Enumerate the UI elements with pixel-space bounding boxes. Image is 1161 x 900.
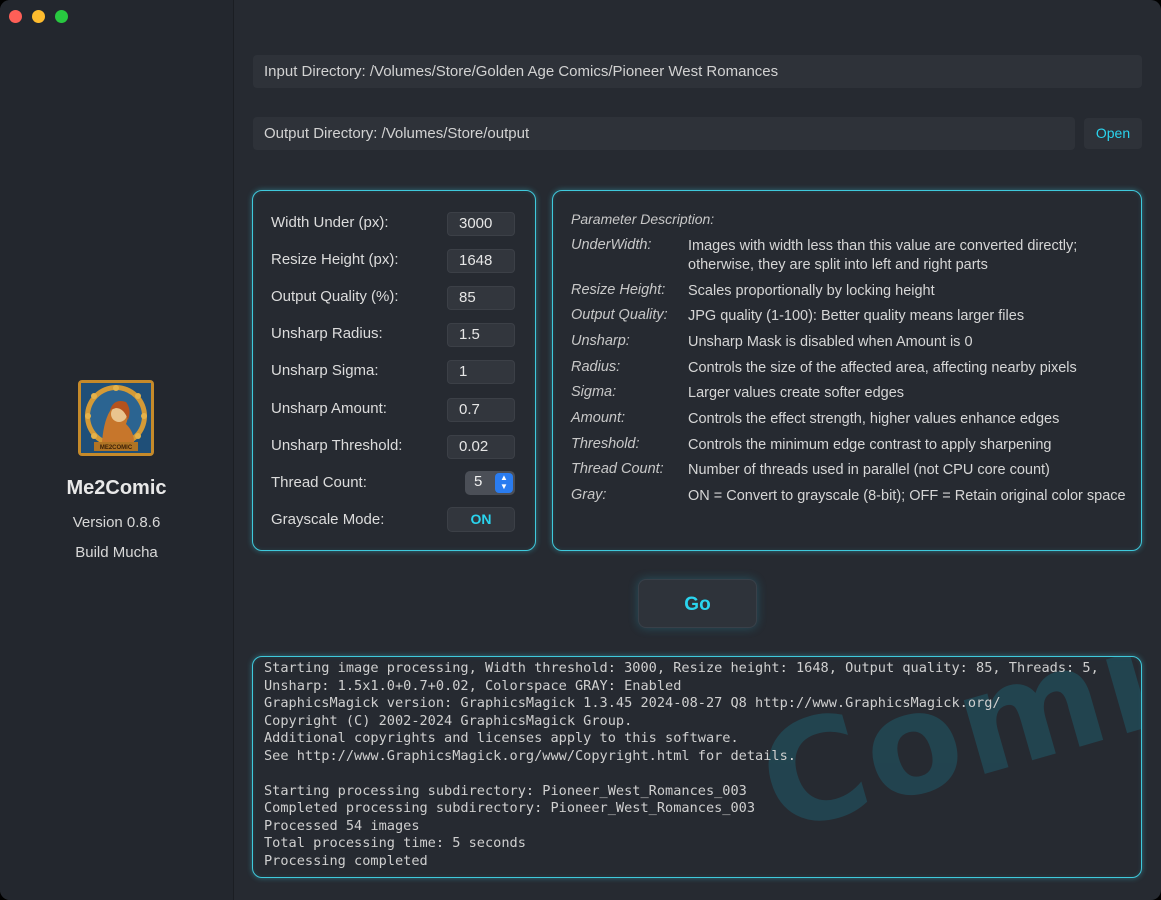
- desc-text: JPG quality (1-100): Better quality mean…: [688, 308, 1025, 324]
- unsharp-threshold-input[interactable]: 0.02: [447, 435, 515, 459]
- desc-text: ON = Convert to grayscale (8-bit); OFF =…: [688, 488, 1126, 504]
- desc-text: Larger values create softer edges: [688, 385, 905, 401]
- resize-height-input[interactable]: 1648: [447, 249, 515, 273]
- desc-key: Radius:: [571, 359, 621, 375]
- desc-text: Controls the effect strength, higher val…: [688, 411, 1060, 427]
- thread-count-value: 5: [474, 473, 483, 490]
- param-row-unsharp-amount: Unsharp Amount: 0.7: [271, 398, 515, 422]
- width-under-input[interactable]: 3000: [447, 212, 515, 236]
- param-row-resize-height: Resize Height (px): 1648: [271, 249, 515, 273]
- app-logo-icon: ME2COMIC: [78, 380, 154, 456]
- param-row-width-under: Width Under (px): 3000: [271, 212, 515, 236]
- thread-count-stepper[interactable]: 5 ▲ ▼: [465, 471, 515, 495]
- input-directory-field[interactable]: Input Directory: /Volumes/Store/Golden A…: [253, 55, 1142, 88]
- desc-key: Resize Height:: [571, 282, 666, 298]
- param-label: Unsharp Threshold:: [271, 437, 403, 454]
- desc-key: Threshold:: [571, 436, 640, 452]
- param-label: Thread Count:: [271, 474, 367, 491]
- minimize-window-button[interactable]: [32, 10, 45, 23]
- up-down-chevron-icon[interactable]: ▲ ▼: [495, 473, 513, 493]
- param-label: Unsharp Radius:: [271, 325, 383, 342]
- description-title: Parameter Description:: [571, 211, 715, 227]
- grayscale-toggle[interactable]: ON: [447, 507, 515, 532]
- go-button[interactable]: Go: [638, 579, 757, 628]
- app-build: Build Mucha: [75, 544, 158, 561]
- param-row-unsharp-threshold: Unsharp Threshold: 0.02: [271, 435, 515, 459]
- desc-text: Unsharp Mask is disabled when Amount is …: [688, 334, 973, 350]
- desc-text: Scales proportionally by locking height: [688, 283, 935, 299]
- desc-text: Number of threads used in parallel (not …: [688, 462, 1050, 478]
- desc-text: Controls the minimum edge contrast to ap…: [688, 437, 1052, 453]
- param-label: Resize Height (px):: [271, 251, 399, 268]
- logo-text: ME2COMIC: [100, 445, 133, 451]
- app-version: Version 0.8.6: [72, 514, 161, 531]
- app-window: ME2COMIC Me2Comic Version 0.8.6 Build Mu…: [0, 0, 1161, 900]
- desc-key: Thread Count:: [571, 461, 664, 477]
- param-row-output-quality: Output Quality (%): 85: [271, 286, 515, 310]
- app-name: Me2Comic: [66, 477, 167, 499]
- desc-key: Unsharp:: [571, 333, 630, 349]
- log-text: Starting image processing, Width thresho…: [264, 660, 1099, 869]
- param-row-thread-count: Thread Count: 5 ▲ ▼: [271, 471, 515, 496]
- close-window-button[interactable]: [9, 10, 22, 23]
- param-label: Output Quality (%):: [271, 288, 399, 305]
- param-row-grayscale: Grayscale Mode: ON: [271, 507, 515, 533]
- desc-text: Controls the size of the affected area, …: [688, 360, 1077, 376]
- desc-key: Amount:: [571, 410, 625, 426]
- unsharp-amount-input[interactable]: 0.7: [447, 398, 515, 422]
- param-label: Unsharp Amount:: [271, 400, 387, 417]
- param-row-unsharp-radius: Unsharp Radius: 1.5: [271, 323, 515, 347]
- desc-key: Gray:: [571, 487, 607, 503]
- desc-key: UnderWidth:: [571, 237, 652, 253]
- open-output-button[interactable]: Open: [1084, 118, 1142, 149]
- param-row-unsharp-sigma: Unsharp Sigma: 1: [271, 360, 515, 384]
- param-label: Width Under (px):: [271, 214, 389, 231]
- desc-text: Images with width less than this value a…: [688, 238, 1078, 273]
- sidebar: ME2COMIC Me2Comic Version 0.8.6 Build Mu…: [0, 0, 234, 900]
- parameters-panel: Width Under (px): 3000 Resize Height (px…: [252, 190, 536, 551]
- unsharp-radius-input[interactable]: 1.5: [447, 323, 515, 347]
- param-label: Unsharp Sigma:: [271, 362, 379, 379]
- description-panel: Parameter Description: UnderWidth: Image…: [552, 190, 1142, 551]
- param-label: Grayscale Mode:: [271, 511, 385, 528]
- desc-key: Output Quality:: [571, 307, 668, 323]
- output-quality-input[interactable]: 85: [447, 286, 515, 310]
- output-directory-field[interactable]: Output Directory: /Volumes/Store/output: [253, 117, 1075, 150]
- desc-key: Sigma:: [571, 384, 617, 400]
- unsharp-sigma-input[interactable]: 1: [447, 360, 515, 384]
- log-output-panel[interactable]: Comic Starting image processing, Width t…: [252, 656, 1142, 878]
- maximize-window-button[interactable]: [55, 10, 68, 23]
